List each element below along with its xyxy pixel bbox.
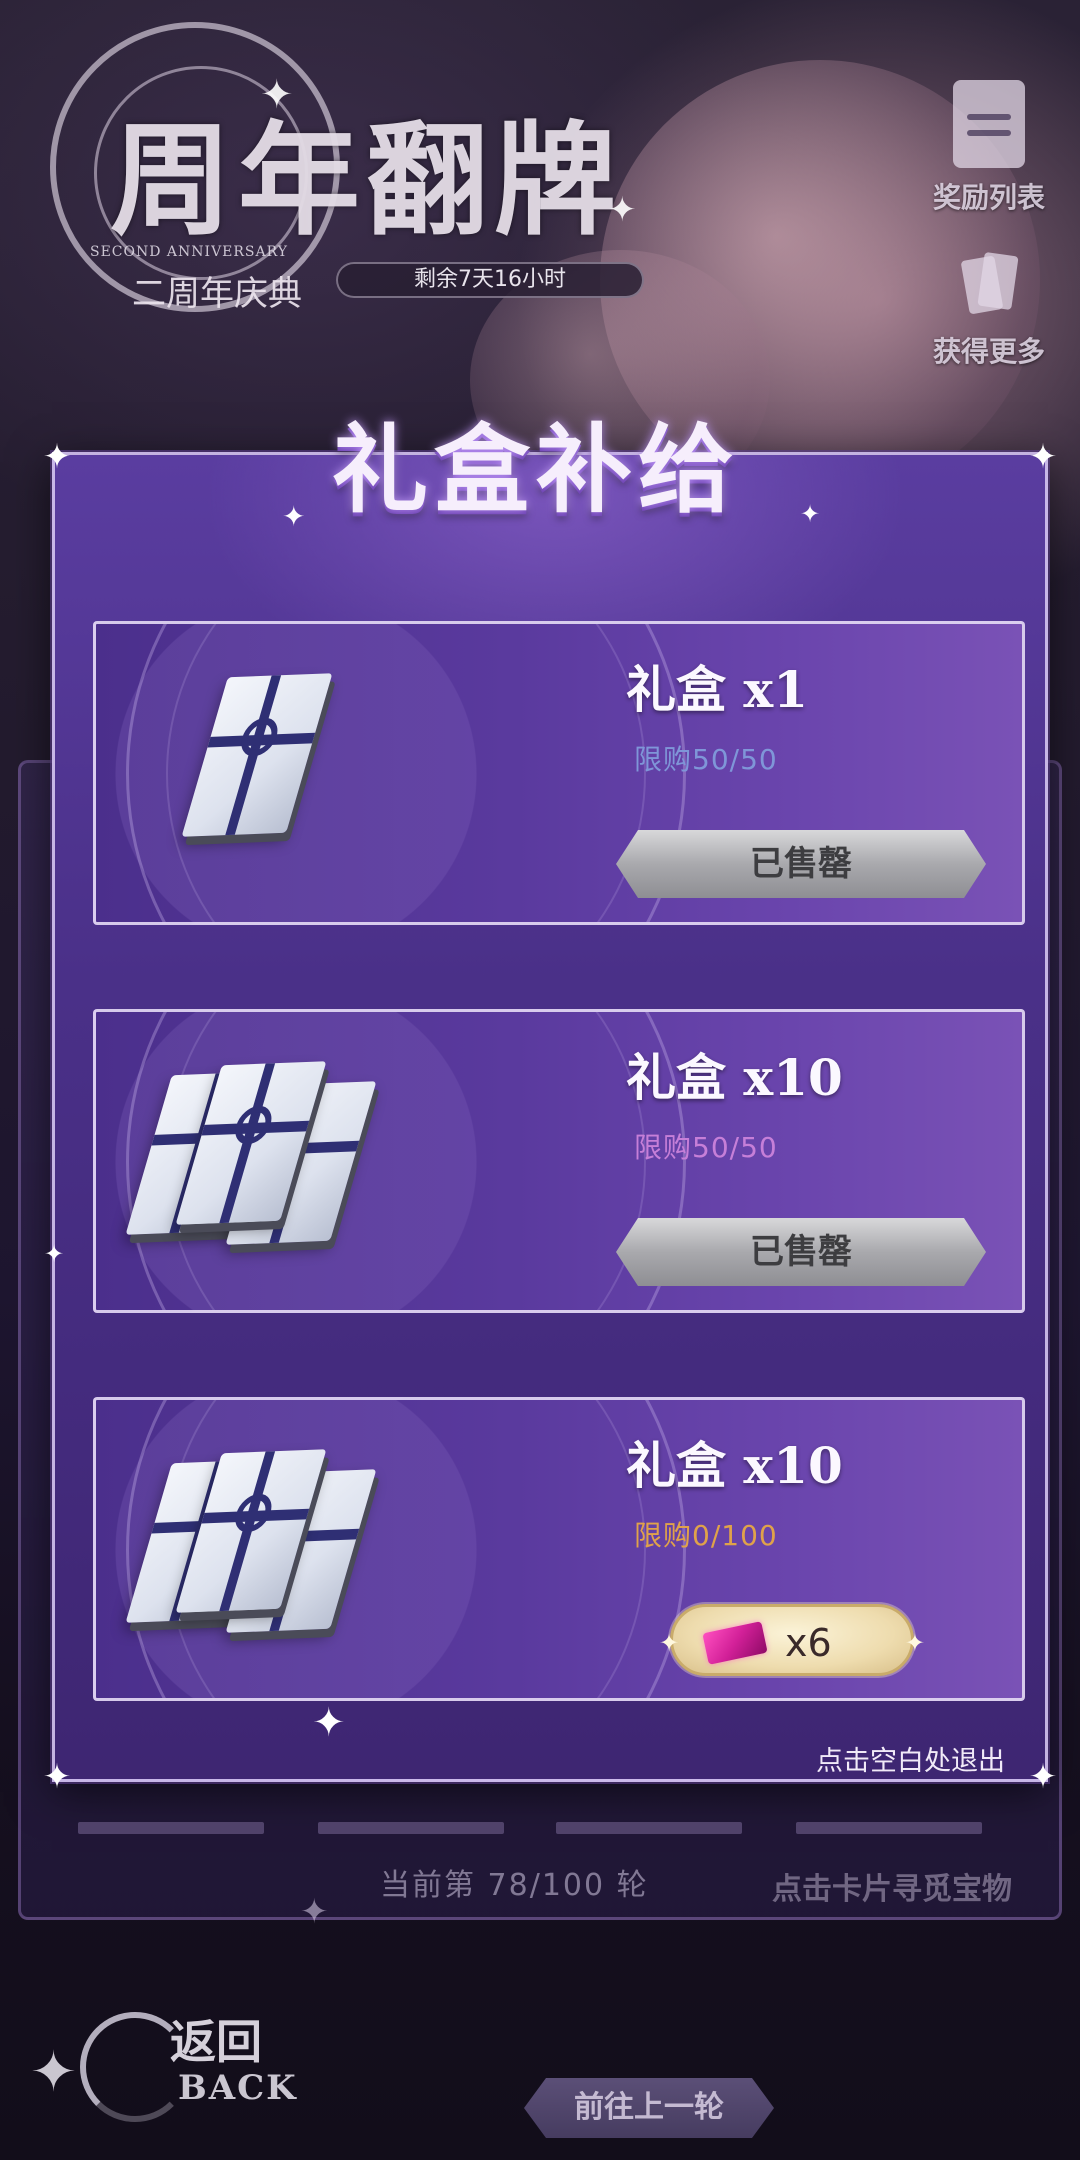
corner-ornament-icon: ✦ — [1028, 1757, 1058, 1797]
event-subtitle-cn: 二周年庆典 — [132, 274, 302, 314]
item-name: 礼盒 x1 — [626, 660, 809, 719]
sparkle-icon: ✦ — [260, 72, 294, 118]
get-more-button[interactable]: 获得更多 — [914, 248, 1064, 370]
sold-out-button[interactable]: 已售罄 — [616, 830, 986, 898]
item-name: 礼盒 x10 — [626, 1436, 843, 1495]
buy-button[interactable]: ✦ x6 ✦ — [659, 1604, 925, 1676]
purchase-limit: 限购0/100 — [634, 1519, 778, 1552]
gift-box-bundle-icon — [125, 1061, 377, 1245]
cost-amount: x6 — [785, 1621, 832, 1665]
corner-ornament-icon: ✦ — [42, 437, 72, 477]
sparkle-icon: ✦ — [300, 1892, 329, 1932]
gift-box-item-1: 礼盒 x1 限购50/50 已售罄 — [93, 621, 1025, 925]
sparkle-icon: ✦ — [659, 1629, 680, 1657]
gift-box-item-3: 礼盒 x10 限购0/100 ✦ x6 ✦ — [93, 1397, 1025, 1701]
item-name: 礼盒 x10 — [626, 1048, 843, 1107]
back-button[interactable]: ✦ 返回 BACK — [10, 2000, 300, 2130]
cards-icon — [959, 248, 1019, 322]
pink-ticket-icon — [702, 1621, 768, 1665]
reward-list-button[interactable]: 奖励列表 — [914, 80, 1064, 216]
document-list-icon — [953, 80, 1025, 168]
purchase-limit: 限购50/50 — [634, 743, 778, 776]
gift-box-single-icon — [181, 673, 333, 840]
sparkle-icon: ✦ — [44, 1240, 65, 1268]
previous-round-button[interactable]: 前往上一轮 — [524, 2078, 774, 2138]
sold-out-button[interactable]: 已售罄 — [616, 1218, 986, 1286]
star-icon: ✦ — [30, 2040, 77, 2105]
get-more-label: 获得更多 — [932, 335, 1045, 368]
corner-ornament-icon: ✦ — [1028, 437, 1058, 477]
event-countdown: 剩余7天16小时 — [336, 262, 644, 298]
round-counter: 当前第 78/100 轮 — [380, 1868, 649, 1903]
reward-list-label: 奖励列表 — [932, 181, 1045, 214]
gift-box-item-2: 礼盒 x10 限购50/50 已售罄 — [93, 1009, 1025, 1313]
gift-box-supply-modal: ✦ ✦ ✦ ✦ 礼盒 x1 限购50/50 已售罄 礼盒 x10 限购50/50… — [43, 437, 1058, 1797]
modal-title: 礼盒补给 — [332, 413, 740, 526]
gift-box-bundle-icon — [125, 1449, 377, 1633]
sparkle-icon: ✦ — [800, 500, 821, 528]
exit-hint: 点击空白处退出 — [816, 1746, 1005, 1777]
event-subtitle-en: SECOND ANNIVERSARY — [90, 244, 288, 260]
purchase-limit: 限购50/50 — [634, 1131, 778, 1164]
back-label-cn: 返回 — [170, 2015, 262, 2069]
corner-ornament-icon: ✦ — [42, 1757, 72, 1797]
sparkle-icon: ✦ — [904, 1629, 925, 1657]
sparkle-icon: ✦ — [608, 190, 637, 230]
back-label-en: BACK — [178, 2068, 298, 2108]
sparkle-icon: ✦ — [312, 1700, 346, 1746]
sparkle-icon: ✦ — [282, 500, 306, 533]
find-treasure-hint: 点击卡片寻觅宝物 — [772, 1872, 1012, 1907]
event-title: 周年翻牌 — [110, 108, 622, 252]
